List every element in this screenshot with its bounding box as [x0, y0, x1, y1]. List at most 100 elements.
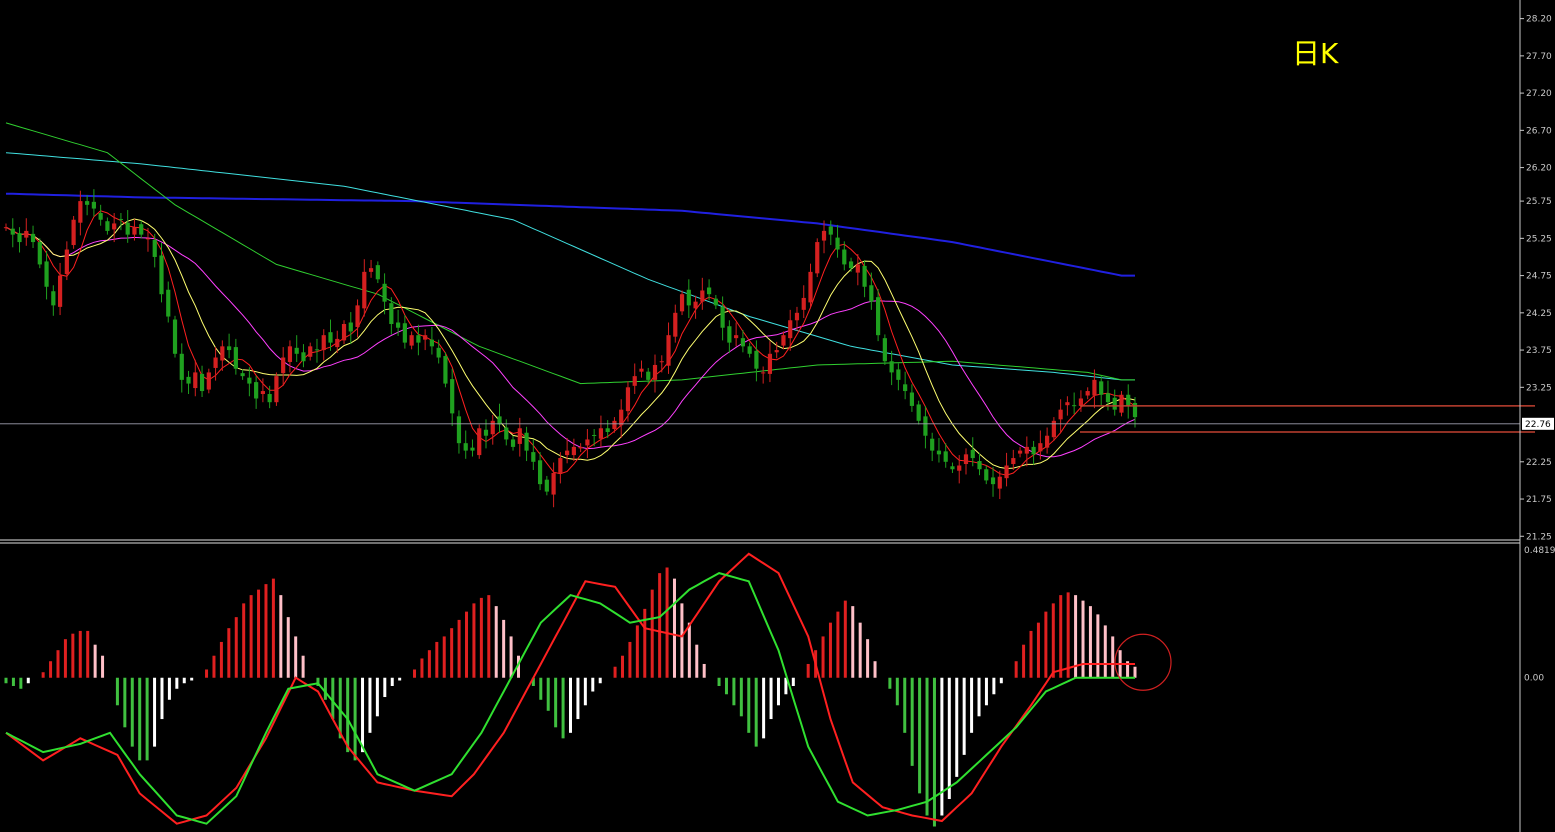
- candle-body: [396, 322, 401, 328]
- candle-body: [1065, 402, 1070, 406]
- candle-body: [57, 275, 63, 307]
- candle-body: [774, 350, 779, 353]
- candle-body: [368, 268, 374, 272]
- candle-body: [1058, 409, 1063, 420]
- candle-body: [179, 353, 184, 380]
- candle-body: [1072, 405, 1077, 407]
- candle-body: [375, 265, 380, 280]
- candle-body: [592, 434, 597, 436]
- candle-body: [646, 371, 651, 380]
- candle-body: [551, 472, 556, 495]
- candle-body: [1031, 446, 1036, 455]
- candle-body: [625, 387, 631, 412]
- candle-body: [801, 297, 806, 310]
- candle: [1119, 391, 1124, 417]
- candle-body: [348, 322, 353, 332]
- candle: [172, 315, 178, 358]
- candle-body: [233, 347, 238, 369]
- candle-body: [436, 347, 441, 358]
- candle-body: [463, 443, 468, 451]
- candle-body: [815, 242, 820, 274]
- candle-body: [781, 335, 786, 346]
- tick-label: 26.20: [1526, 164, 1552, 174]
- candle-body: [862, 265, 867, 287]
- candle-body: [727, 326, 732, 343]
- candle-body: [876, 297, 881, 336]
- candle-body: [537, 460, 543, 485]
- tick-label: 27.70: [1526, 52, 1552, 62]
- candle-body: [389, 303, 394, 324]
- candle-body: [44, 261, 49, 287]
- candle-body: [112, 223, 117, 230]
- candle-body: [619, 409, 624, 426]
- candle-body: [1024, 446, 1029, 454]
- candle: [71, 216, 76, 249]
- candle-body: [1011, 458, 1016, 465]
- candle-body: [1105, 393, 1111, 403]
- candle-body: [1085, 391, 1090, 396]
- candle-body: [172, 319, 178, 354]
- candle-body: [71, 219, 76, 246]
- candle-body: [990, 477, 996, 485]
- candle-body: [869, 285, 874, 302]
- candle-body: [585, 439, 590, 446]
- candle-body: [659, 361, 664, 363]
- candle: [37, 238, 42, 269]
- candle-body: [1045, 435, 1050, 448]
- candle-body: [335, 338, 340, 348]
- candle-body: [997, 476, 1002, 489]
- candle-body: [531, 452, 536, 462]
- tick-label: 21.25: [1526, 532, 1552, 542]
- candle-body: [139, 224, 144, 235]
- candle: [477, 424, 482, 459]
- candle-body: [713, 298, 718, 306]
- tick-label: 28.20: [1526, 15, 1552, 25]
- candle-body: [91, 201, 96, 209]
- candle-body: [754, 350, 759, 369]
- candle-body: [402, 323, 407, 343]
- candle-body: [882, 338, 887, 362]
- candle-body: [558, 458, 563, 473]
- candle-body: [159, 255, 164, 295]
- candle-body: [341, 324, 347, 341]
- candle-body: [950, 466, 955, 470]
- candle-body: [706, 287, 712, 295]
- candle-body: [132, 227, 137, 235]
- candle-body: [504, 427, 509, 440]
- candle-body: [1112, 397, 1117, 410]
- candle-body: [64, 249, 69, 275]
- candle-body: [470, 447, 475, 451]
- candle-body: [1132, 402, 1138, 418]
- candle-body: [700, 290, 705, 302]
- candle-body: [51, 291, 56, 306]
- tick-label: 0.4819: [1524, 546, 1555, 556]
- candle-body: [977, 461, 982, 470]
- candle-body: [1051, 420, 1056, 438]
- candle-body: [923, 416, 928, 436]
- candle-body: [213, 357, 218, 368]
- candle-body: [206, 372, 211, 390]
- candle-body: [544, 479, 549, 492]
- candle-body: [105, 221, 110, 231]
- candle-body: [842, 249, 847, 265]
- candle-body: [1126, 394, 1131, 406]
- candle: [882, 334, 887, 365]
- candle-body: [199, 373, 205, 392]
- candle-body: [666, 335, 671, 366]
- candle-body: [240, 373, 245, 377]
- candle-body: [10, 228, 15, 235]
- candle-body: [497, 416, 502, 425]
- candle-body: [3, 227, 9, 229]
- candle-body: [274, 376, 279, 403]
- candle-body: [450, 379, 455, 414]
- candle-body: [17, 233, 22, 243]
- candle-body: [679, 294, 685, 312]
- candle-body: [483, 429, 489, 436]
- tick-label: 25.25: [1526, 234, 1552, 244]
- candle-body: [355, 305, 360, 327]
- candle-body: [605, 428, 610, 432]
- candle-body: [957, 465, 962, 471]
- candle-body: [1092, 379, 1097, 396]
- candle-body: [943, 451, 948, 462]
- candle-body: [639, 368, 644, 372]
